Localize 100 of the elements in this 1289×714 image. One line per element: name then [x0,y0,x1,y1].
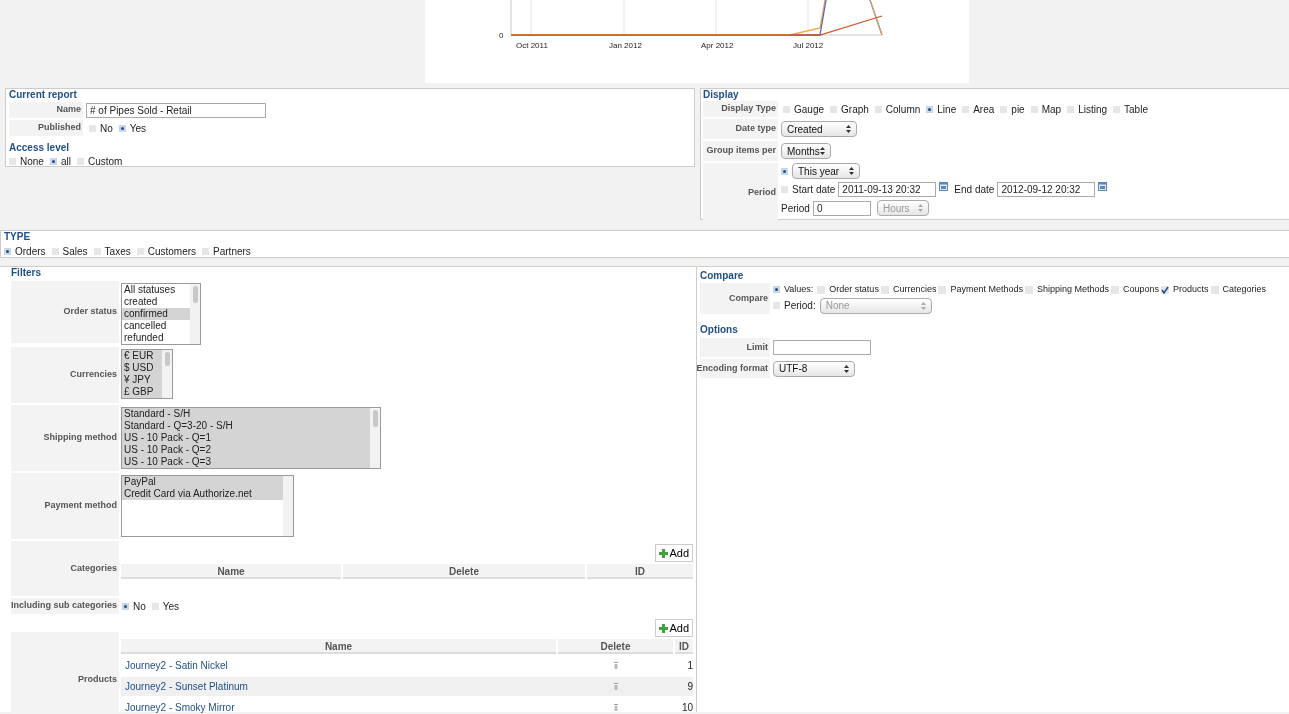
radio[interactable] [1000,105,1008,113]
radio-label: Area [973,102,995,117]
plus-icon [659,548,669,558]
list-option[interactable]: $ USD [122,362,162,374]
list-option[interactable]: ¥ JPY [122,374,162,386]
list-option[interactable]: £ GBP [122,386,162,398]
list-option[interactable]: US - 10 Pack - Q=2 [122,444,370,456]
list-option[interactable]: confirmed [122,308,190,320]
product-link[interactable]: Journey2 - Satin Nickel [121,658,556,673]
list-box[interactable]: PayPal Credit Card via Authorize.net [121,475,294,537]
checkbox[interactable] [1210,285,1219,294]
checkbox[interactable] [817,285,826,294]
add-button[interactable]: Add [655,619,693,637]
radio[interactable] [1030,105,1038,113]
updown-icon [846,125,851,133]
radio[interactable] [151,602,159,610]
radio-selected[interactable] [49,158,57,165]
field-label: Products [11,632,119,714]
checkbox-checked[interactable] [1161,285,1170,294]
radio[interactable] [874,105,882,113]
scrollbar[interactable] [370,408,380,468]
radio[interactable] [830,105,838,113]
list-option[interactable]: € EUR [122,350,162,362]
radio-selected[interactable] [926,105,934,113]
list-option[interactable]: cancelled [122,320,190,332]
checkbox[interactable] [938,285,947,294]
list-option[interactable]: US - 10 Pack - Q=1 [122,432,370,444]
field-label: Payment method [11,473,119,539]
calendar-icon[interactable] [1098,182,1108,191]
radio[interactable] [93,248,101,255]
radio[interactable] [202,248,210,255]
dropdown[interactable]: UTF-8 [773,360,855,377]
column-header: Name [121,564,341,579]
scrollbar[interactable] [162,350,172,398]
product-link[interactable]: Journey2 - Smoky Mirror [121,700,556,714]
checkbox[interactable] [1111,285,1119,294]
radio-selected[interactable] [118,124,126,132]
list-option[interactable]: created [122,296,190,308]
field-label: Categories [11,541,119,596]
field-label: Order status [11,281,119,343]
name-field[interactable]: # of Pipes Sold - Retail [86,102,266,118]
radio-label: Partners [213,245,251,259]
column-header: ID [675,639,693,654]
list-option[interactable]: Standard - Q=3-20 - S/H [122,420,370,432]
radio-selected[interactable] [781,167,788,175]
radio[interactable] [89,124,96,132]
radio[interactable] [1113,105,1121,113]
radio-selected[interactable] [122,602,129,610]
list-option[interactable]: Standard - S/H [122,408,370,420]
period-field[interactable]: 0 [812,200,871,216]
field-label: Shipping method [11,405,119,471]
radio-label: Gauge [794,102,825,117]
radio-selected[interactable] [4,248,11,255]
checkbox[interactable] [880,285,889,294]
radio-label: Sales [62,245,88,259]
list-option[interactable]: All statuses [122,284,190,296]
plus-icon [659,623,669,633]
dropdown[interactable]: Created [781,121,857,137]
list-option[interactable]: US - 10 Pack - Q=3 [122,456,370,468]
section-title: Display [703,89,740,101]
radio-label: Custom [87,155,123,169]
start-date-field[interactable]: 2011-09-13 20:32 [838,182,937,197]
radio-label: No [133,599,146,614]
list-box[interactable]: Standard - S/H Standard - Q=3-20 - S/H US - 10 Pack - Q=1 US - 10 Pack - Q=2 US - 10 Pack - Q=3 [121,407,381,469]
list-option[interactable]: Credit Card via Authorize.net [122,488,283,500]
column-header: Delete [343,564,585,579]
list-box[interactable]: € EUR $ USD ¥ JPY £ GBP [121,349,173,399]
scrollbar[interactable] [190,284,200,344]
checkbox[interactable] [1024,285,1033,294]
dropdown[interactable]: This year [792,163,860,179]
end-date-field[interactable]: 2012-09-12 20:32 [997,182,1096,197]
radio[interactable] [136,248,144,255]
radio[interactable] [1067,105,1075,113]
list-box[interactable]: All statuses created confirmed cancelled refunded [121,283,201,345]
radio-label: Graph [841,102,869,117]
delete-icon[interactable] [613,683,618,690]
field-label: Published [9,120,83,136]
radio[interactable] [9,158,16,165]
radio[interactable] [773,302,780,309]
radio[interactable] [783,105,790,113]
radio-selected[interactable] [773,286,780,294]
limit-field[interactable] [773,340,871,355]
radio[interactable] [962,105,970,113]
product-link[interactable]: Journey2 - Sunset Platinum [121,679,556,694]
radio[interactable] [781,186,788,193]
delete-icon[interactable] [613,704,618,711]
calendar-icon[interactable] [939,182,949,191]
radio[interactable] [51,248,59,255]
dropdown[interactable]: Months [781,143,831,159]
list-option[interactable]: PayPal [122,476,283,488]
axis-label: Apr 2012 [701,40,734,52]
add-button[interactable]: Add [655,544,693,562]
delete-icon[interactable] [613,662,618,669]
table-cell-text: 10 [680,701,693,714]
updown-icon [820,147,825,155]
radio-label: Map [1041,102,1062,117]
radio[interactable] [76,158,84,165]
table-cell-text: 9 [686,680,693,694]
section-title: Compare [700,270,745,282]
list-option[interactable]: refunded [122,332,190,344]
